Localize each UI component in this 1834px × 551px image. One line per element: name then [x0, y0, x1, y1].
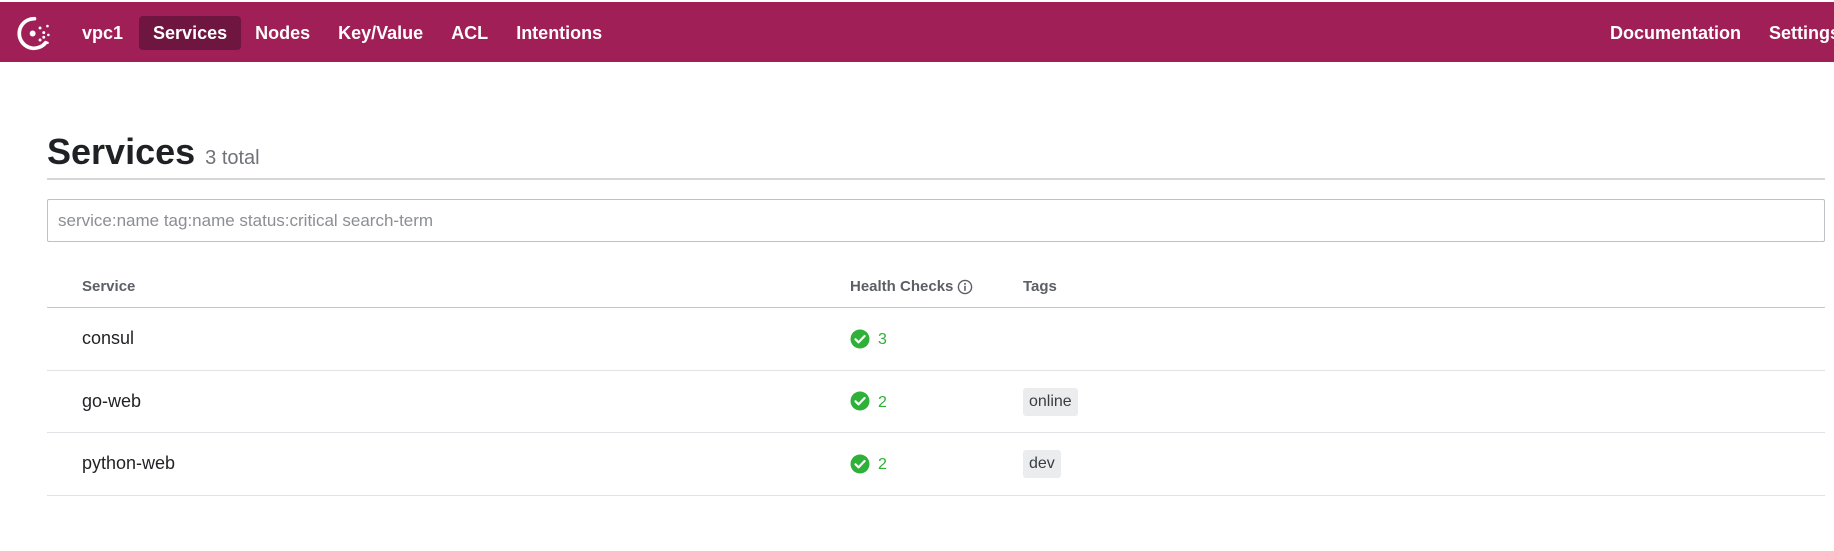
passing-check-icon [850, 454, 870, 473]
passing-count: 2 [878, 456, 887, 473]
secondary-nav: Documentation Settings [1596, 16, 1834, 50]
nav-acl[interactable]: ACL [437, 16, 502, 50]
nav-nodes[interactable]: Nodes [241, 16, 324, 50]
services-table: Service Health Checks Tags consul 3 go-w… [47, 266, 1825, 496]
main-nav: vpc1 Services Nodes Key/Value ACL Intent… [70, 16, 616, 50]
passing-count: 2 [878, 393, 887, 411]
nav-key-value[interactable]: Key/Value [324, 16, 437, 50]
passing-count: 3 [878, 331, 887, 348]
passing-check-icon [850, 391, 870, 411]
column-header-health: Health Checks [850, 278, 973, 295]
table-row[interactable]: python-web 2 dev [47, 433, 1825, 496]
nav-services[interactable]: Services [139, 16, 242, 50]
service-tag: dev [1023, 450, 1061, 478]
column-header-health-label: Health Checks [850, 278, 954, 295]
service-name[interactable]: python-web [82, 453, 175, 474]
table-row[interactable]: consul 3 [47, 308, 1825, 371]
service-tag: online [1023, 387, 1078, 416]
nav-settings[interactable]: Settings [1755, 16, 1834, 50]
service-count: 3 total [205, 147, 260, 169]
search-input[interactable] [47, 199, 1825, 242]
datacenter-selector[interactable]: vpc1 [70, 16, 139, 50]
passing-check-icon [850, 329, 870, 348]
table-row[interactable]: go-web 2 online [47, 371, 1825, 433]
column-header-service: Service [82, 278, 136, 295]
service-name[interactable]: consul [82, 328, 134, 349]
top-navbar: vpc1 Services Nodes Key/Value ACL Intent… [0, 2, 1834, 62]
service-name[interactable]: go-web [82, 391, 141, 412]
health-status: 2 [850, 391, 887, 412]
consul-logo-icon[interactable] [16, 15, 53, 52]
page-title: Services [47, 131, 196, 172]
info-icon[interactable] [957, 279, 973, 295]
health-status: 3 [850, 328, 887, 349]
nav-documentation[interactable]: Documentation [1596, 16, 1755, 50]
table-header: Service Health Checks Tags [47, 266, 1825, 308]
health-status: 2 [850, 453, 887, 474]
nav-intentions[interactable]: Intentions [502, 16, 616, 50]
page-header: Services 3 total [47, 132, 1825, 180]
column-header-tags: Tags [1023, 278, 1057, 295]
